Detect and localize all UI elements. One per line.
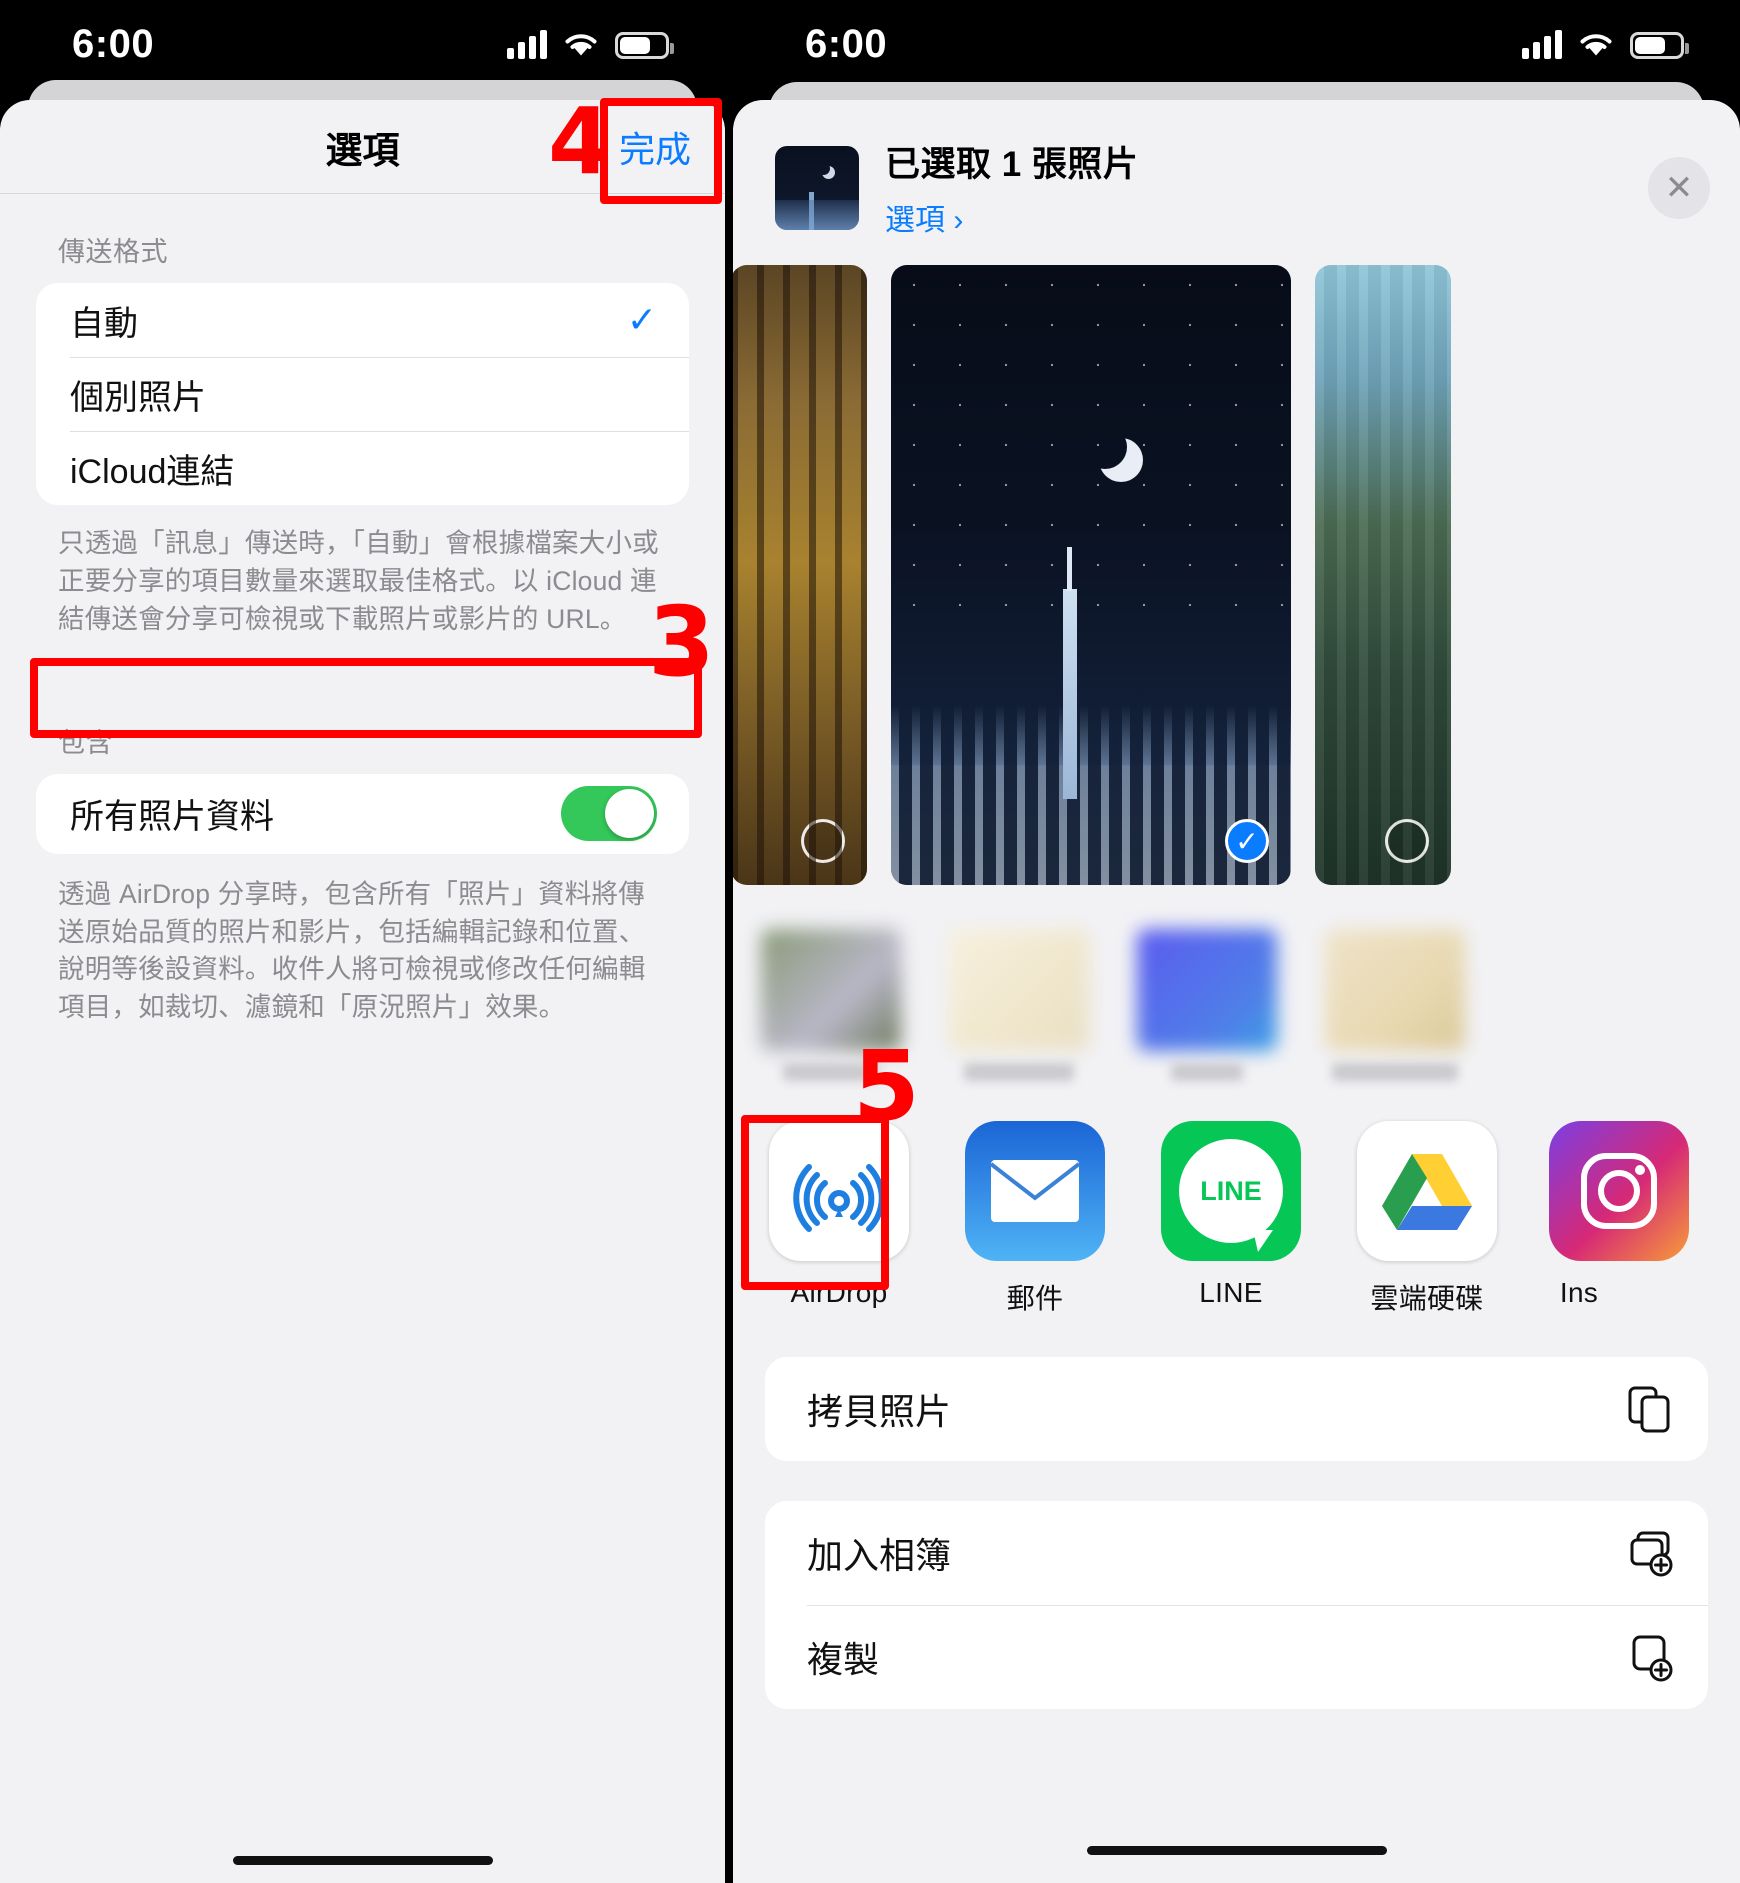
copy-icon	[1628, 1386, 1670, 1433]
close-button[interactable]: ✕	[1648, 156, 1710, 219]
share-header-text: 已選取 1 張照片 選項 ›	[885, 136, 1648, 239]
app-label: 雲端硬碟	[1370, 1283, 1484, 1314]
format-option-icloud-link[interactable]: iCloud連結	[36, 431, 689, 505]
transfer-format-card: 自動 ✓ 個別照片 iCloud連結	[36, 283, 689, 505]
left-phone-screen: 6:00 選項 完成 傳送格式 自動 ✓ 個別照片 iCloud連結 只透過「訊…	[0, 0, 725, 1883]
status-bar-right: 6:00	[733, 0, 1740, 88]
annotation-box-done	[600, 98, 722, 204]
action-add-to-album[interactable]: 加入相簿	[765, 1501, 1708, 1605]
photo-thumb-forest[interactable]	[733, 265, 867, 885]
share-options-label: 選項	[885, 204, 945, 237]
transfer-format-group-label: 傳送格式	[58, 237, 168, 267]
format-option-label: iCloud連結	[70, 452, 235, 491]
contact-name-blurred	[1332, 1063, 1458, 1081]
mail-icon	[965, 1121, 1105, 1261]
action-duplicate[interactable]: 複製	[765, 1605, 1708, 1709]
phone-divider	[725, 0, 733, 1883]
all-photos-data-switch[interactable]	[561, 786, 657, 842]
suggested-contact[interactable]	[949, 929, 1089, 1081]
app-label: Ins	[1559, 1277, 1599, 1308]
status-indicators	[507, 29, 674, 59]
line-icon: LINE	[1161, 1121, 1301, 1261]
share-sheet: 已選取 1 張照片 選項 › ✕ ✓ AirDrop 郵件 LINE LINE …	[733, 100, 1740, 1883]
share-sheet-header: 已選取 1 張照片 選項 › ✕	[733, 100, 1740, 265]
app-label: 郵件	[1006, 1283, 1064, 1314]
share-app-google-drive[interactable]: 雲端硬碟	[1353, 1121, 1501, 1317]
action-label: 拷貝照片	[807, 1391, 952, 1432]
photo-thumb-lake[interactable]	[1315, 265, 1451, 885]
status-indicators-right	[1522, 29, 1689, 59]
photo-carousel[interactable]: ✓	[733, 265, 1740, 885]
contact-avatar	[949, 929, 1089, 1051]
album-actions-card: 加入相簿 複製	[765, 1501, 1708, 1709]
action-label: 加入相簿	[807, 1535, 952, 1576]
options-sheet: 選項 完成 傳送格式 自動 ✓ 個別照片 iCloud連結 只透過「訊息」傳送時…	[0, 100, 725, 1883]
contact-avatar	[1137, 929, 1277, 1051]
contact-avatar	[1325, 929, 1465, 1051]
status-time: 6:00	[72, 21, 155, 66]
cellular-signal-icon	[507, 29, 547, 59]
checkmark-icon: ✓	[626, 299, 657, 340]
app-label: LINE	[1199, 1277, 1263, 1308]
wifi-icon	[565, 34, 597, 56]
format-option-automatic[interactable]: 自動 ✓	[36, 283, 689, 357]
suggested-contact[interactable]	[1137, 929, 1277, 1081]
instagram-icon	[1549, 1121, 1689, 1261]
format-option-label: 自動	[70, 304, 138, 343]
page-title: 選項	[325, 129, 400, 171]
status-bar-left: 6:00	[0, 0, 725, 88]
share-app-mail[interactable]: 郵件	[961, 1121, 1109, 1317]
annotation-number-3: 3	[648, 586, 715, 698]
cellular-signal-icon	[1522, 29, 1562, 59]
include-card: 所有照片資料	[36, 773, 689, 854]
contact-name-blurred	[964, 1063, 1074, 1081]
duplicate-icon	[1632, 1635, 1673, 1682]
photo-select-circle[interactable]	[1385, 819, 1429, 863]
add-to-album-icon	[1630, 1531, 1673, 1577]
suggested-contact[interactable]	[1325, 929, 1465, 1081]
battery-icon	[615, 32, 674, 59]
transfer-format-footnote: 只透過「訊息」傳送時，「自動」會根據檔案大小或正要分享的項目數量來選取最佳格式。…	[58, 528, 659, 634]
google-drive-icon	[1357, 1121, 1497, 1261]
all-photos-data-toggle-row[interactable]: 所有照片資料	[36, 774, 689, 854]
share-app-line[interactable]: LINE LINE	[1157, 1121, 1305, 1309]
annotation-box-toggle	[30, 658, 702, 738]
wifi-icon	[1580, 34, 1612, 56]
share-options-link[interactable]: 選項 ›	[885, 195, 1648, 239]
chevron-right-icon: ›	[953, 204, 964, 237]
contact-name-blurred	[1171, 1063, 1243, 1081]
include-footnote: 透過 AirDrop 分享時，包含所有「照片」資料將傳送原始品質的照片和影片，包…	[58, 878, 646, 1023]
copy-photo-card: 拷貝照片	[765, 1357, 1708, 1461]
selected-photo-thumbnail	[775, 145, 859, 230]
format-option-label: 個別照片	[70, 378, 206, 417]
annotation-number-4: 4	[548, 88, 613, 195]
share-app-instagram[interactable]: Ins	[1549, 1121, 1689, 1309]
share-selection-title: 已選取 1 張照片	[885, 145, 1139, 184]
action-copy-photo[interactable]: 拷貝照片	[765, 1357, 1708, 1461]
all-photos-data-label: 所有照片資料	[70, 798, 274, 837]
home-indicator-right	[1086, 1846, 1387, 1855]
photo-select-circle[interactable]	[801, 819, 845, 863]
action-label: 複製	[807, 1639, 880, 1680]
photo-thumb-nyc-night[interactable]: ✓	[891, 265, 1291, 885]
annotation-number-5: 5	[853, 1030, 920, 1142]
format-option-individual-photos[interactable]: 個別照片	[36, 357, 689, 431]
home-indicator	[232, 1856, 493, 1865]
right-phone-screen: 6:00 已選取 1 張照片 選項 › ✕ ✓ AirDrop 郵件 LINE …	[733, 0, 1740, 1883]
screenshot-stage: 6:00 選項 完成 傳送格式 自動 ✓ 個別照片 iCloud連結 只透過「訊…	[0, 0, 1740, 1883]
status-time-right: 6:00	[805, 21, 888, 66]
battery-icon	[1630, 32, 1689, 59]
photo-select-circle-checked[interactable]: ✓	[1225, 819, 1269, 863]
